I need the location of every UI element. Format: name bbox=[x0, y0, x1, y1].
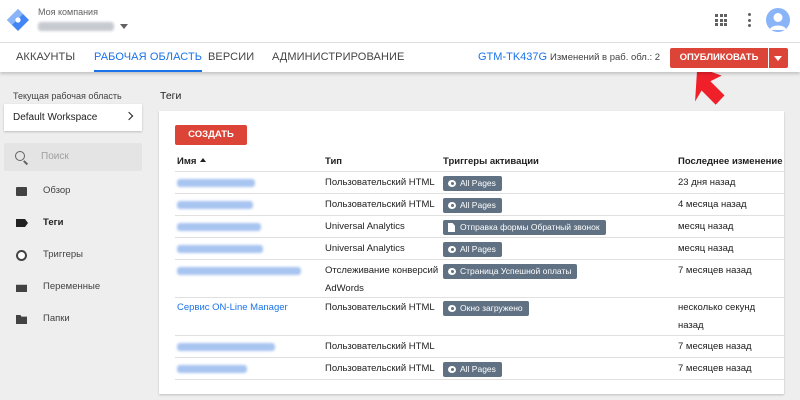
eye-icon bbox=[448, 366, 456, 373]
tag-name-blurred[interactable] bbox=[177, 179, 255, 187]
tab-accounts[interactable]: АККАУНТЫ bbox=[16, 43, 75, 72]
top-bar: Моя компания bbox=[0, 0, 800, 42]
divider bbox=[175, 379, 784, 380]
tag-type: Universal Analytics bbox=[325, 221, 405, 232]
tab-versions[interactable]: ВЕРСИИ bbox=[208, 43, 254, 72]
sidebar-item-label: Теги bbox=[43, 217, 64, 228]
search-icon bbox=[15, 151, 25, 161]
eye-icon bbox=[448, 202, 456, 209]
container-name-blurred bbox=[38, 22, 114, 31]
workspace-name: Default Workspace bbox=[13, 112, 98, 123]
trigger-chip[interactable]: All Pages bbox=[443, 362, 502, 377]
divider bbox=[175, 215, 784, 216]
tag-type: Пользовательский HTML bbox=[325, 363, 435, 374]
sidebar-item-triggers[interactable]: Триггеры bbox=[0, 245, 150, 265]
sidebar-search[interactable]: Поиск bbox=[4, 143, 142, 171]
tag-type: Пользовательский HTML bbox=[325, 177, 435, 188]
tag-type: Пользовательский HTML bbox=[325, 302, 435, 313]
trigger-chip[interactable]: Отправка формы Обратный звонок bbox=[443, 220, 606, 235]
column-header-triggers[interactable]: Триггеры активации bbox=[443, 156, 539, 167]
container-id-link[interactable]: GTM-TK437G bbox=[478, 43, 547, 72]
column-header-type[interactable]: Тип bbox=[325, 156, 342, 167]
tag-name-blurred[interactable] bbox=[177, 365, 247, 373]
tab-workspace[interactable]: РАБОЧАЯ ОБЛАСТЬ bbox=[94, 43, 203, 72]
tag-manager-logo-icon[interactable] bbox=[6, 8, 30, 32]
column-header-name[interactable]: Имя bbox=[177, 156, 207, 167]
divider bbox=[175, 357, 784, 358]
tag-modified: 4 месяца назад bbox=[678, 199, 747, 210]
workspace-selector[interactable]: Default Workspace bbox=[4, 104, 142, 131]
tab-admin[interactable]: АДМИНИСТРИРОВАНИЕ bbox=[272, 43, 404, 72]
chevron-down-icon[interactable] bbox=[120, 24, 128, 29]
create-tag-button[interactable]: СОЗДАТЬ bbox=[175, 125, 247, 145]
eye-icon bbox=[448, 180, 456, 187]
sidebar-item-folders[interactable]: Папки bbox=[0, 309, 150, 329]
variables-icon bbox=[16, 284, 27, 292]
more-vert-icon[interactable] bbox=[747, 13, 751, 27]
divider bbox=[175, 193, 784, 194]
nav-bar: АККАУНТЫ РАБОЧАЯ ОБЛАСТЬ ВЕРСИИ АДМИНИСТ… bbox=[0, 42, 800, 72]
divider bbox=[175, 335, 784, 336]
tag-name-blurred[interactable] bbox=[177, 223, 261, 231]
tag-modified: 23 дня назад bbox=[678, 177, 736, 188]
trigger-chip[interactable]: All Pages bbox=[443, 242, 502, 257]
sidebar-item-label: Триггеры bbox=[43, 249, 83, 260]
tag-type: Пользовательский HTML bbox=[325, 341, 435, 352]
publish-button[interactable]: ОПУБЛИКОВАТЬ bbox=[670, 48, 768, 68]
tag-modified: месяц назад bbox=[678, 243, 734, 254]
column-header-last-modified[interactable]: Последнее изменение bbox=[678, 156, 782, 167]
workspace-label: Текущая рабочая область bbox=[13, 91, 122, 101]
sidebar-item-label: Обзор bbox=[43, 185, 71, 196]
tag-modified: 7 месяцев назад bbox=[678, 363, 752, 374]
workspace-changes-count: Изменений в раб. обл.: 2 bbox=[550, 52, 661, 63]
eye-icon bbox=[448, 268, 456, 275]
avatar[interactable] bbox=[766, 8, 790, 32]
form-icon bbox=[448, 223, 455, 232]
sidebar-item-label: Папки bbox=[43, 313, 70, 324]
tag-modified: несколько секунд назад bbox=[678, 302, 756, 331]
trigger-chip[interactable]: Страница Успешной оплаты bbox=[443, 264, 578, 279]
tag-name-blurred[interactable] bbox=[177, 267, 301, 275]
search-input[interactable]: Поиск bbox=[41, 143, 69, 171]
publish-dropdown-button[interactable] bbox=[769, 48, 788, 68]
eye-icon bbox=[448, 246, 456, 253]
sort-ascending-icon bbox=[200, 158, 207, 162]
page-title: Теги bbox=[160, 90, 182, 102]
divider bbox=[175, 297, 784, 298]
user-icon bbox=[769, 13, 787, 30]
tag-type: Отслеживание конверсий AdWords bbox=[325, 265, 439, 294]
tag-name-blurred[interactable] bbox=[177, 343, 275, 351]
tag-type: Пользовательский HTML bbox=[325, 199, 435, 210]
tag-modified: месяц назад bbox=[678, 221, 734, 232]
folder-icon bbox=[16, 315, 27, 324]
tag-name-link[interactable]: Сервис ON-Line Manager bbox=[177, 299, 288, 317]
sidebar-item-variables[interactable]: Переменные bbox=[0, 277, 150, 297]
eye-icon bbox=[448, 305, 456, 312]
tag-name-blurred[interactable] bbox=[177, 245, 263, 253]
tag-type: Universal Analytics bbox=[325, 243, 405, 254]
sidebar-item-label: Переменные bbox=[43, 281, 101, 292]
overview-icon bbox=[16, 187, 27, 196]
divider bbox=[175, 237, 784, 238]
sidebar-item-tags[interactable]: Теги bbox=[0, 213, 150, 233]
account-switcher[interactable]: Моя компания bbox=[38, 7, 128, 31]
divider bbox=[175, 171, 784, 172]
tag-modified: 7 месяцев назад bbox=[678, 265, 752, 276]
apps-grid-icon[interactable] bbox=[715, 14, 727, 26]
trigger-chip[interactable]: All Pages bbox=[443, 198, 502, 213]
trigger-chip[interactable]: All Pages bbox=[443, 176, 502, 191]
tag-modified: 7 месяцев назад bbox=[678, 341, 752, 352]
chevron-right-icon bbox=[124, 111, 134, 121]
account-title: Моя компания bbox=[38, 7, 98, 17]
tag-icon bbox=[16, 219, 28, 227]
tag-name-blurred[interactable] bbox=[177, 201, 253, 209]
divider bbox=[175, 259, 784, 260]
trigger-chip[interactable]: Окно загружено bbox=[443, 301, 529, 316]
trigger-icon bbox=[16, 250, 27, 261]
annotation-arrow-icon bbox=[667, 66, 725, 106]
sidebar-item-overview[interactable]: Обзор bbox=[0, 181, 150, 201]
